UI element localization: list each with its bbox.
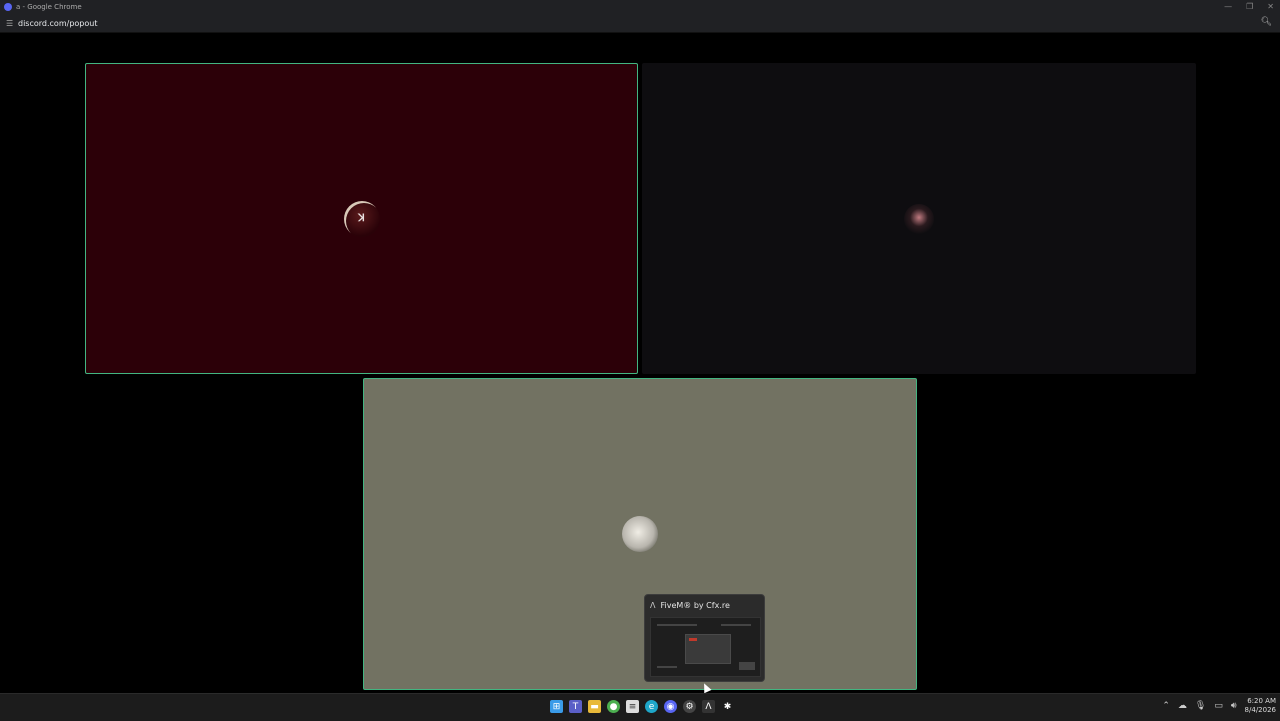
thumb-line <box>739 662 755 670</box>
zoom-icon[interactable]: 🔍︎ <box>1261 17 1272 27</box>
participant-avatar-2 <box>904 203 934 234</box>
participant-tile-2[interactable] <box>642 63 1196 374</box>
system-tray: ⌃ ☁ 🎙︎ ▭ 🔊︎ 6:20 AM 8/4/2026 <box>1162 697 1276 715</box>
address-bar[interactable]: ☰ discord.com/popout 🔍︎ <box>0 14 1280 33</box>
clock-date: 8/4/2026 <box>1244 706 1276 714</box>
thumb-line <box>657 624 697 626</box>
call-stage: ꓘ <box>0 33 1280 693</box>
windows-start-icon[interactable]: ⊞ <box>550 700 563 713</box>
restore-icon[interactable]: ❐ <box>1246 2 1253 11</box>
window-controls: — ❐ ✕ <box>1224 2 1274 11</box>
participant-tile-3[interactable] <box>363 378 917 690</box>
preview-header: Λ FiveM® by Cfx.re <box>645 595 764 615</box>
edge-icon[interactable]: e <box>645 700 658 713</box>
onedrive-icon[interactable]: ☁ <box>1178 701 1187 711</box>
participant-tile-1[interactable]: ꓘ <box>85 63 638 374</box>
discord-icon <box>4 3 12 11</box>
fivem-icon: Λ <box>650 600 656 610</box>
steam-icon[interactable]: ⚙ <box>683 700 696 713</box>
minimize-icon[interactable]: — <box>1224 2 1232 11</box>
chevron-up-icon[interactable]: ⌃ <box>1162 701 1170 711</box>
thumb-dialog-accent <box>689 638 697 641</box>
microphone-icon[interactable]: 🎙︎ <box>1195 701 1206 711</box>
clock[interactable]: 6:20 AM 8/4/2026 <box>1245 697 1276 715</box>
clock-time: 6:20 AM <box>1247 697 1276 705</box>
teams-icon[interactable]: T <box>569 700 582 713</box>
close-icon[interactable]: ✕ <box>1267 2 1274 11</box>
preview-thumbnail[interactable] <box>650 617 761 677</box>
thumb-line <box>657 666 677 668</box>
window-title: a - Google Chrome <box>16 3 82 11</box>
preview-title: FiveM® by Cfx.re <box>660 600 730 610</box>
fivem-icon[interactable]: Λ <box>702 700 715 713</box>
notepad-icon[interactable]: ≡ <box>626 700 639 713</box>
settings-icon[interactable]: ✱ <box>721 700 734 713</box>
taskbar: ⊞ T ▬ ● ≡ e ◉ ⚙ Λ ✱ ⌃ ☁ 🎙︎ ▭ 🔊︎ 6:20 AM … <box>0 693 1280 721</box>
thumb-line <box>721 624 751 626</box>
window-titlebar: a - Google Chrome — ❐ ✕ <box>0 0 1280 14</box>
volume-icon[interactable]: 🔊︎ <box>1231 701 1237 711</box>
chrome-icon[interactable]: ● <box>607 700 620 713</box>
taskbar-apps: ⊞ T ▬ ● ≡ e ◉ ⚙ Λ ✱ <box>550 700 734 713</box>
site-settings-icon[interactable]: ☰ <box>6 19 14 28</box>
file-explorer-icon[interactable]: ▬ <box>588 700 601 713</box>
taskbar-window-preview[interactable]: Λ FiveM® by Cfx.re <box>644 594 765 682</box>
network-icon[interactable]: ▭ <box>1214 701 1223 711</box>
participant-avatar-1: ꓘ <box>343 200 380 237</box>
url-text[interactable]: discord.com/popout <box>18 19 97 28</box>
participant-avatar-3 <box>622 516 658 552</box>
discord-icon[interactable]: ◉ <box>664 700 677 713</box>
